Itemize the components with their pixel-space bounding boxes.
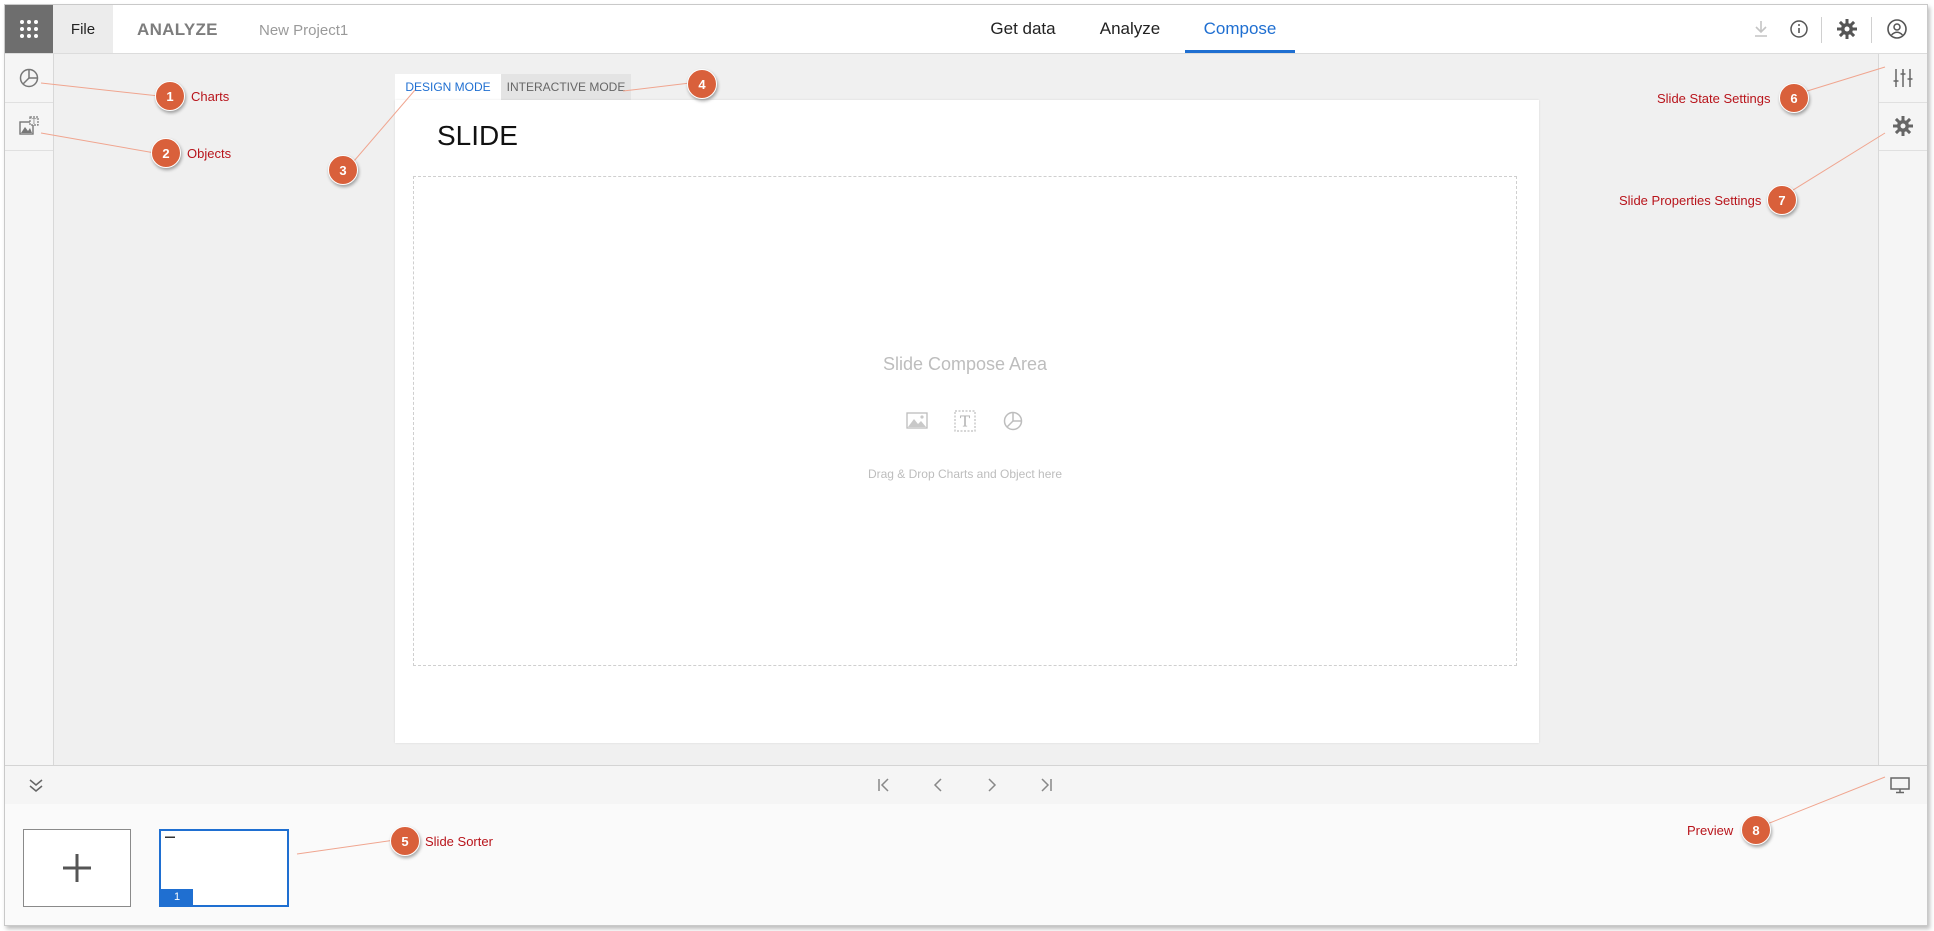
- design-mode-tab[interactable]: DESIGN MODE: [395, 74, 501, 100]
- tab-get-data[interactable]: Get data: [973, 5, 1073, 53]
- user-account-button[interactable]: [1885, 17, 1909, 41]
- app-name: ANALYZE: [137, 20, 218, 39]
- objects-icon: T: [19, 116, 39, 135]
- callout-badge: 7: [1767, 185, 1797, 215]
- info-icon: [1790, 20, 1808, 38]
- compose-area-label: Slide Compose Area: [882, 354, 1048, 374]
- callout-badge: 3: [328, 155, 358, 185]
- gear-icon: [1837, 19, 1857, 39]
- apps-grid-button[interactable]: [5, 5, 53, 53]
- text-box-icon: T: [954, 410, 976, 432]
- gear-icon: [1893, 116, 1913, 136]
- pie-chart-icon: [19, 68, 39, 88]
- callout-label: Objects: [187, 146, 232, 161]
- top-bar: File ANALYZE New Project1 Get data Analy…: [5, 5, 1927, 54]
- collapse-sorter-button[interactable]: [25, 774, 47, 796]
- top-divider: [1871, 17, 1872, 43]
- slide-number-badge: 1: [161, 889, 193, 905]
- svg-text:T: T: [32, 118, 37, 126]
- tab-analyze[interactable]: Analyze: [1085, 5, 1175, 53]
- apps-grid-icon: [20, 20, 38, 38]
- first-slide-button[interactable]: [873, 774, 895, 796]
- callout-label: Slide Properties Settings: [1619, 193, 1762, 208]
- preview-button[interactable]: [1889, 774, 1911, 796]
- callout-badge: 1: [155, 81, 185, 111]
- callout-label: Preview: [1687, 823, 1734, 838]
- interactive-mode-tab[interactable]: INTERACTIVE MODE: [501, 74, 631, 100]
- slide-properties-settings-button[interactable]: [1879, 102, 1927, 151]
- slide-thumbnail[interactable]: ▬▬ 1: [159, 829, 289, 907]
- callout-badge: 5: [390, 826, 420, 856]
- app-window: File ANALYZE New Project1 Get data Analy…: [4, 4, 1928, 926]
- compose-icons: T: [414, 410, 1516, 432]
- pie-chart-icon: [1003, 411, 1023, 431]
- prev-page-icon: [933, 778, 942, 792]
- info-button[interactable]: [1787, 17, 1811, 41]
- user-icon: [1887, 19, 1907, 39]
- top-divider: [1821, 17, 1822, 43]
- plus-icon: [63, 854, 91, 882]
- download-icon: [1755, 21, 1767, 37]
- callout-label: Slide Sorter: [425, 834, 493, 849]
- image-icon: [906, 412, 928, 429]
- double-chevron-down-icon: [29, 779, 43, 792]
- tab-compose[interactable]: Compose: [1185, 5, 1295, 53]
- callout-badge: 6: [1779, 83, 1809, 113]
- last-page-icon: [1041, 778, 1052, 792]
- charts-panel-button[interactable]: [5, 54, 53, 103]
- previous-slide-button[interactable]: [927, 774, 949, 796]
- slide-pager-bar: [5, 765, 1927, 805]
- compose-hint: Drag & Drop Charts and Object here: [867, 467, 1063, 481]
- slide-title[interactable]: SLIDE: [437, 120, 518, 152]
- callout-badge: 8: [1741, 815, 1771, 845]
- callout-badge: 2: [151, 138, 181, 168]
- sliders-icon: [1893, 69, 1913, 87]
- callout-badge: 4: [687, 69, 717, 99]
- add-slide-button[interactable]: [23, 829, 131, 907]
- slide-sorter: ▬▬ 1: [5, 804, 1927, 925]
- right-rail: [1878, 54, 1927, 765]
- download-button[interactable]: [1749, 17, 1773, 41]
- project-name[interactable]: New Project1: [259, 22, 348, 39]
- svg-text:T: T: [960, 413, 970, 431]
- next-slide-button[interactable]: [981, 774, 1003, 796]
- slide-compose-area[interactable]: Slide Compose Area T Drag & Drop Charts: [413, 176, 1517, 666]
- first-page-icon: [878, 778, 889, 792]
- objects-panel-button[interactable]: T: [5, 102, 53, 151]
- next-page-icon: [988, 778, 997, 792]
- callout-label: Charts: [191, 89, 230, 104]
- settings-button[interactable]: [1835, 17, 1859, 41]
- file-menu-button[interactable]: File: [53, 5, 113, 53]
- left-rail: T: [5, 54, 54, 765]
- last-slide-button[interactable]: [1035, 774, 1057, 796]
- monitor-icon: [1890, 777, 1910, 794]
- callout-label: Slide State Settings: [1657, 91, 1771, 106]
- thumbnail-title: ▬▬: [165, 834, 175, 840]
- slide-state-settings-button[interactable]: [1879, 54, 1927, 103]
- slide-canvas[interactable]: SLIDE Slide Compose Area T Drag & Drop C…: [395, 100, 1539, 743]
